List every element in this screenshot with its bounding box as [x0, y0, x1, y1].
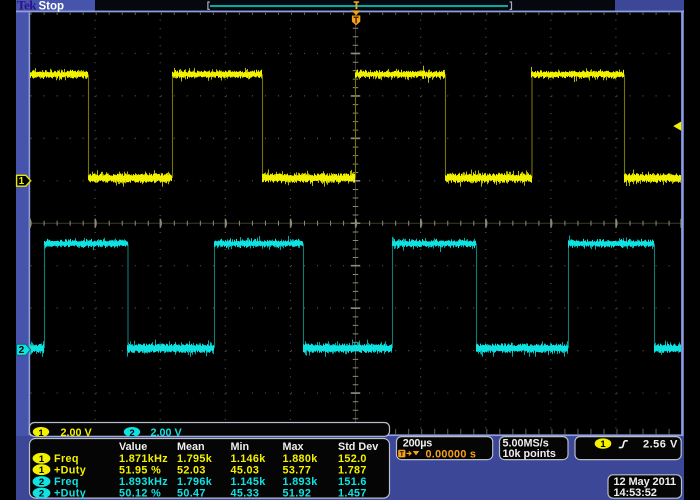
svg-text:52.03: 52.03 [177, 464, 206, 476]
svg-text:Freq: Freq [54, 453, 79, 465]
svg-text:1.787: 1.787 [338, 464, 367, 476]
svg-text:2.56 V: 2.56 V [643, 438, 678, 450]
svg-text:Stop: Stop [39, 0, 65, 12]
svg-text:2: 2 [129, 428, 134, 439]
svg-text:14:53:52: 14:53:52 [614, 487, 657, 499]
svg-text:1.880k: 1.880k [283, 453, 319, 465]
svg-text:1.795k: 1.795k [177, 453, 213, 465]
svg-text:1.457: 1.457 [338, 488, 367, 500]
svg-text:2: 2 [39, 477, 44, 488]
svg-text:2: 2 [39, 489, 44, 500]
svg-text:53.77: 53.77 [283, 464, 312, 476]
svg-text:1: 1 [39, 454, 45, 465]
svg-text:1: 1 [19, 176, 25, 187]
svg-text:Tek: Tek [17, 0, 37, 13]
svg-text:1.146k: 1.146k [231, 453, 267, 465]
svg-text:2: 2 [19, 345, 25, 356]
svg-text:1.893k: 1.893k [283, 476, 319, 488]
svg-text:1.145k: 1.145k [231, 476, 267, 488]
svg-text:51.92: 51.92 [283, 488, 312, 500]
svg-text:+Duty: +Duty [54, 464, 86, 476]
svg-text:+Duty: +Duty [54, 488, 86, 500]
svg-text:45.03: 45.03 [231, 464, 260, 476]
svg-text:Std Dev: Std Dev [338, 441, 378, 453]
svg-text:1.796k: 1.796k [177, 476, 213, 488]
svg-text:10k points: 10k points [503, 448, 556, 460]
svg-text:Mean: Mean [177, 441, 205, 453]
svg-text:1.893kHz: 1.893kHz [119, 476, 168, 488]
svg-text:1: 1 [39, 465, 45, 476]
svg-text:1: 1 [600, 439, 606, 450]
svg-text:50.12 %: 50.12 % [119, 488, 161, 500]
svg-text:50.47: 50.47 [177, 488, 206, 500]
svg-text:Value: Value [119, 441, 147, 453]
svg-text:1.871kHz: 1.871kHz [119, 453, 168, 465]
svg-text:0.00000 s: 0.00000 s [426, 448, 477, 460]
svg-text:Max: Max [283, 441, 304, 453]
svg-text:152.0: 152.0 [338, 453, 367, 465]
svg-text:Freq: Freq [54, 476, 79, 488]
svg-text:2.00 V: 2.00 V [151, 427, 183, 439]
svg-text:Min: Min [231, 441, 250, 453]
svg-text:151.6: 151.6 [338, 476, 367, 488]
svg-text:51.95 %: 51.95 % [119, 464, 161, 476]
svg-text:45.33: 45.33 [231, 488, 260, 500]
svg-text:1: 1 [38, 428, 44, 439]
svg-text:2.00 V: 2.00 V [61, 427, 93, 439]
